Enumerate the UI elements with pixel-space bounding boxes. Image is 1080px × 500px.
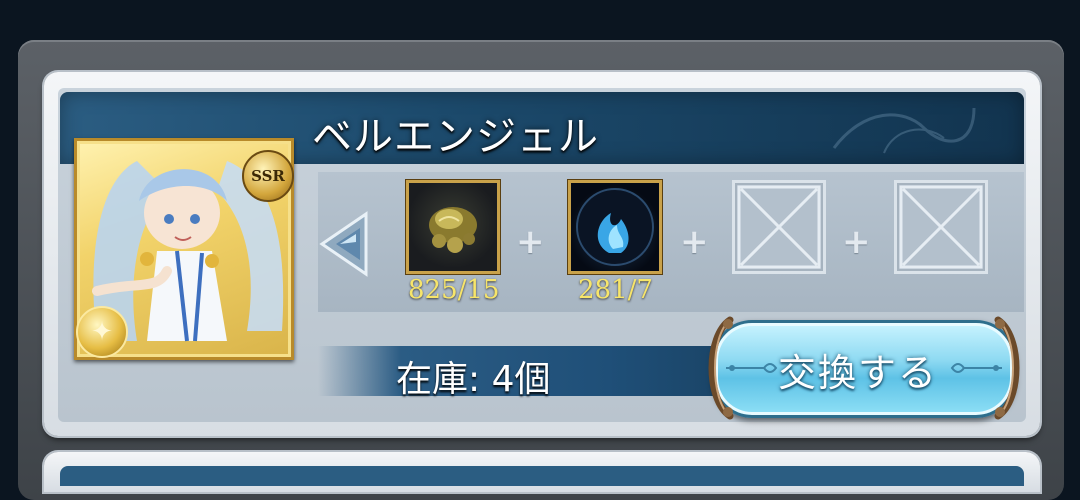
light-element-icon: ✦ (76, 306, 128, 358)
material-slot-4 (894, 180, 988, 274)
exchange-button-label: 交換する (778, 351, 939, 395)
plus-sign-icon: + (516, 222, 545, 262)
rarity-badge: SSR (242, 150, 294, 202)
empty-slot-icon (737, 185, 821, 269)
item-name: ベルエンジェル (312, 114, 599, 160)
material-slot-1[interactable] (406, 180, 500, 274)
material-slot-3 (732, 180, 826, 274)
gold-ore-icon (429, 207, 477, 253)
next-item-title-bar (60, 466, 1024, 486)
title-ornament-icon (832, 107, 976, 154)
material-count-1: 825/15 (408, 275, 500, 305)
plus-sign-icon: + (680, 222, 709, 262)
scroll-left-arrow-icon[interactable] (316, 208, 372, 280)
stock-label: 在庫: 4個 (396, 359, 551, 400)
material-count-2: 281/7 (578, 275, 653, 305)
empty-slot-icon (899, 185, 983, 269)
blue-flame-orb-icon (576, 188, 654, 266)
plus-sign-icon: + (842, 222, 871, 262)
button-flourish-left-icon (726, 363, 778, 373)
button-flourish-right-icon (950, 363, 1002, 373)
material-slot-2[interactable] (568, 180, 662, 274)
